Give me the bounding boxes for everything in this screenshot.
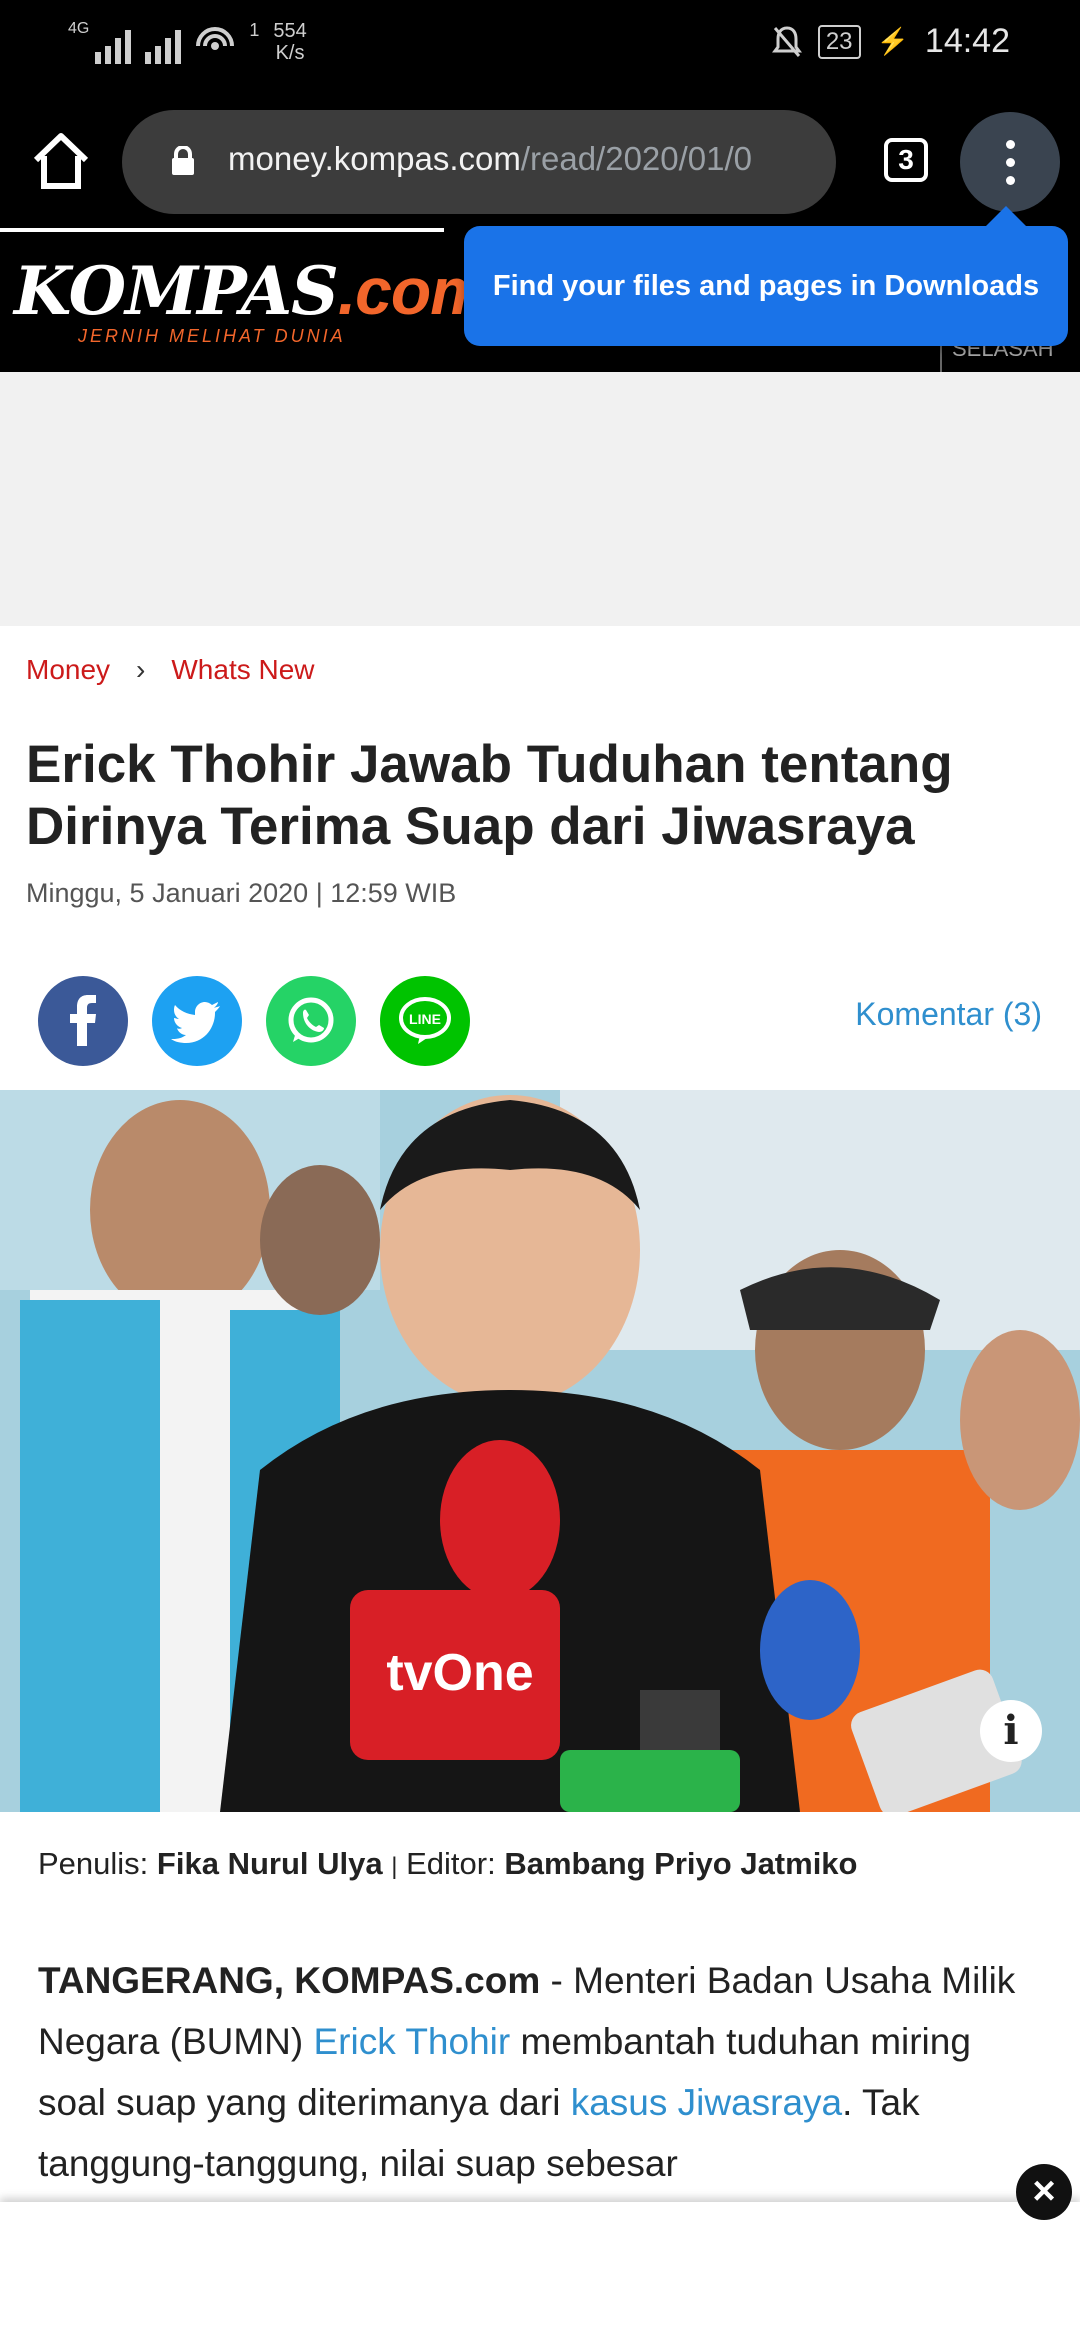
byline-separator: | bbox=[391, 1853, 398, 1880]
url-text: money.kompas.com/read/2020/01/0 bbox=[228, 140, 818, 178]
logo-tagline: JERNIH MELIHAT DUNIA bbox=[78, 326, 346, 346]
info-icon[interactable]: i bbox=[980, 1700, 1042, 1762]
kompas-logo[interactable]: KOMPAS.com bbox=[14, 252, 489, 330]
comments-link[interactable]: Komentar (3) bbox=[855, 996, 1042, 1033]
hotspot-icon bbox=[196, 27, 235, 50]
article-body: TANGERANG, KOMPAS.com - Menteri Badan Us… bbox=[38, 1950, 1048, 2194]
breadcrumb-separator: › bbox=[136, 654, 146, 685]
editor-name[interactable]: Bambang Priyo Jatmiko bbox=[504, 1846, 857, 1881]
article-date: Minggu, 5 Januari 2020 | 12:59 WIB bbox=[26, 878, 457, 908]
whatsapp-icon[interactable] bbox=[266, 976, 356, 1066]
url-bar[interactable]: money.kompas.com/read/2020/01/0 bbox=[122, 110, 836, 214]
tab-switcher-button[interactable]: 3 bbox=[884, 138, 928, 182]
status-bar: 4G 1 554 K/s 23 ⚡ 14:42 bbox=[0, 0, 1080, 96]
ad-banner bbox=[0, 372, 1080, 626]
writer-name[interactable]: Fika Nurul Ulya bbox=[157, 1846, 383, 1881]
status-right: 23 ⚡ 14:42 bbox=[771, 22, 1010, 61]
breadcrumb-whats-new[interactable]: Whats New bbox=[171, 654, 314, 686]
mute-bell-icon bbox=[771, 25, 802, 57]
network-speed: 554 K/s bbox=[273, 20, 306, 64]
more-vert-icon[interactable] bbox=[960, 112, 1060, 212]
link-erick-thohir[interactable]: Erick Thohir bbox=[314, 2021, 511, 2062]
downloads-tooltip[interactable]: Find your files and pages in Downloads bbox=[464, 206, 1068, 346]
speed-unit: K/s bbox=[275, 42, 305, 64]
close-icon[interactable]: × bbox=[1016, 2164, 1072, 2220]
breadcrumb-money[interactable]: Money bbox=[26, 654, 110, 686]
speed-value: 554 bbox=[273, 20, 307, 42]
share-bar: LINE bbox=[38, 976, 470, 1066]
photo-illustration: tvOne bbox=[0, 1090, 1080, 1812]
home-icon[interactable] bbox=[28, 128, 94, 194]
logo-main: KOMPAS bbox=[14, 252, 339, 330]
signal-icon-2 bbox=[145, 20, 182, 64]
battery-indicator: 23 bbox=[817, 24, 861, 59]
link-kasus-jiwasraya[interactable]: kasus Jiwasraya bbox=[571, 2082, 842, 2123]
writer-label: Penulis: bbox=[38, 1846, 149, 1881]
facebook-icon[interactable] bbox=[38, 976, 128, 1066]
breadcrumb: Money › Whats New bbox=[26, 654, 315, 686]
byline: Penulis: Fika Nurul Ulya | Editor: Bamba… bbox=[38, 1846, 857, 1882]
dateline: TANGERANG, KOMPAS.com bbox=[38, 1960, 541, 2001]
twitter-icon[interactable] bbox=[152, 976, 242, 1066]
svg-text:LINE: LINE bbox=[409, 1011, 441, 1027]
browser-toolbar: money.kompas.com/read/2020/01/0 3 bbox=[0, 96, 1080, 233]
mic-brand-text: tvOne bbox=[386, 1644, 533, 1702]
url-path: /read/2020/01/0 bbox=[520, 140, 753, 177]
bottom-ad-banner[interactable] bbox=[0, 2202, 1080, 2340]
network-type: 4G bbox=[68, 20, 90, 37]
article-title: Erick Thohir Jawab Tuduhan tentang Dirin… bbox=[26, 735, 953, 856]
clock: 14:42 bbox=[924, 22, 1010, 60]
editor-label: Editor: bbox=[406, 1846, 496, 1881]
signal-icon: 4G bbox=[68, 20, 132, 64]
status-left: 4G 1 554 K/s bbox=[68, 20, 307, 64]
line-icon[interactable]: LINE bbox=[380, 976, 470, 1066]
sim-indicator: 1 bbox=[249, 20, 260, 40]
charging-icon: ⚡ bbox=[876, 26, 909, 56]
lock-icon bbox=[172, 146, 194, 175]
url-host: money.kompas.com bbox=[228, 140, 521, 177]
article-photo[interactable]: tvOne bbox=[0, 1090, 1080, 1812]
